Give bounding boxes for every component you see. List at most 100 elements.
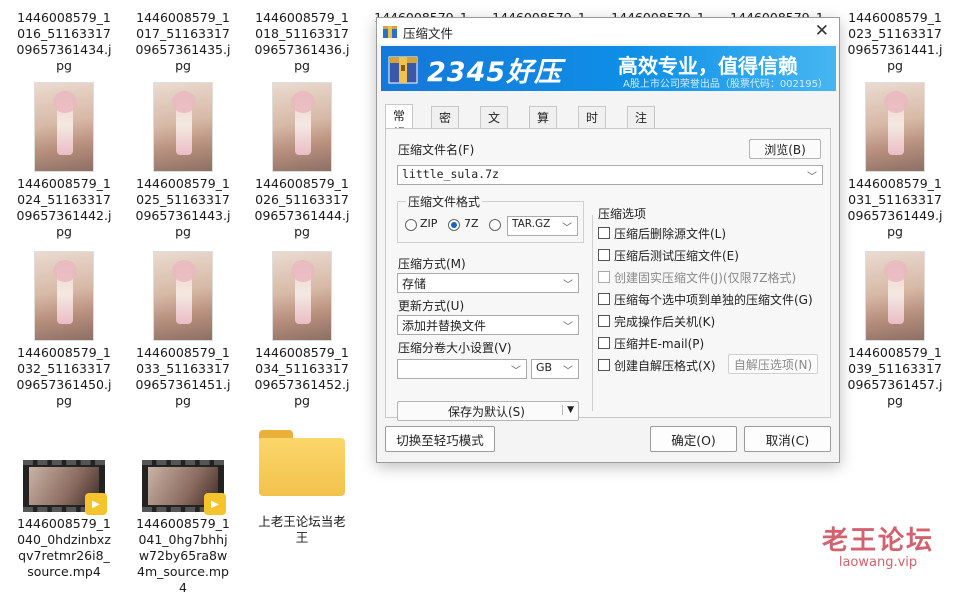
file-item[interactable]: 1446008579_1032_5116331709657361450.jpg xyxy=(5,251,123,409)
haozip-app-icon xyxy=(383,26,397,38)
file-item[interactable]: 1446008579_1034_5116331709657361452.jpg xyxy=(243,251,361,409)
split-size-input[interactable]: ﹀ xyxy=(397,359,527,379)
image-thumbnail xyxy=(34,251,94,341)
image-thumbnail xyxy=(272,251,332,341)
tab-files[interactable]: 文件 xyxy=(480,106,509,142)
switch-mode-button[interactable]: 切换至轻巧模式 xyxy=(385,426,495,452)
tab-password[interactable]: 密码 xyxy=(431,106,460,142)
general-panel: 压缩文件名(F) 浏览(B) little_sula.7z ﹀ 压缩文件格式 Z… xyxy=(385,128,831,421)
file-item[interactable]: 1446008579_1039_5116331709657361457.jpg xyxy=(836,251,954,409)
file-name: 1446008579_1034_5116331709657361452.jpg xyxy=(254,345,350,408)
file-name: 1446008579_1041_0hg7bhhjw72by65ra8w4m_so… xyxy=(136,516,230,595)
file-name: 1446008579_1033_5116331709657361451.jpg xyxy=(135,345,231,408)
close-icon[interactable]: ✕ xyxy=(815,21,829,41)
save-default-label: 保存为默认(S) xyxy=(448,404,525,419)
folder-item[interactable]: 上老王论坛当老王 xyxy=(243,430,361,546)
zip-radio[interactable] xyxy=(405,219,417,231)
file-name: 1446008579_1024_5116331709657361442.jpg xyxy=(16,176,112,239)
player-badge-icon: ▶ xyxy=(85,493,107,515)
split-unit-value: GB xyxy=(536,361,553,374)
file-name: 1446008579_1040_0hdzinbxzqv7retmr26i8_so… xyxy=(17,516,111,579)
options-group-label: 压缩选项 xyxy=(598,207,647,221)
method-select[interactable]: 存储 ﹀ xyxy=(397,273,579,293)
test-archive-checkbox[interactable] xyxy=(598,249,610,261)
file-item[interactable]: 1446008579_1031_5116331709657361449.jpg xyxy=(836,82,954,240)
file-item[interactable]: 1446008579_1025_5116331709657361443.jpg xyxy=(124,82,242,240)
file-item[interactable]: 1446008579_1024_5116331709657361442.jpg xyxy=(5,82,123,240)
other-format-radio[interactable] xyxy=(489,219,501,231)
image-thumbnail xyxy=(153,82,213,172)
option-label: 完成操作后关机(K) xyxy=(614,315,716,329)
brand-banner: 2345好压 高效专业，值得信赖 A股上市公司荣誉出品（股票代码：002195） xyxy=(381,46,836,91)
image-thumbnail xyxy=(153,251,213,341)
update-select-value: 添加并替换文件 xyxy=(402,319,487,333)
format-group-label: 压缩文件格式 xyxy=(406,193,483,210)
sfx-checkbox[interactable] xyxy=(598,359,610,371)
file-item[interactable]: 1446008579_1033_5116331709657361451.jpg xyxy=(124,251,242,409)
video-thumbnail: ▶ xyxy=(23,460,107,515)
tab-general[interactable]: 常规 xyxy=(385,104,414,140)
video-thumbnail: ▶ xyxy=(142,460,226,515)
zip-radio-label: ZIP xyxy=(420,217,438,230)
tab-algorithm[interactable]: 算法 xyxy=(529,106,558,142)
file-item[interactable]: 1446008579_1026_5116331709657361444.jpg xyxy=(243,82,361,240)
chevron-down-icon[interactable]: ﹀ xyxy=(807,168,817,183)
archive-box-icon xyxy=(388,56,418,84)
file-name: 1446008579_1025_5116331709657361443.jpg xyxy=(135,176,231,239)
file-name: 1446008579_1031_5116331709657361449.jpg xyxy=(847,176,943,239)
file-item[interactable]: 1446008579_1016_5116331709657361434.jpg xyxy=(5,6,123,74)
7z-radio[interactable] xyxy=(448,219,460,231)
delete-source-checkbox[interactable] xyxy=(598,227,610,239)
archive-name-label: 压缩文件名(F) xyxy=(398,143,475,157)
dialog-titlebar[interactable]: 压缩文件 ✕ xyxy=(377,18,839,44)
file-item[interactable]: 1446008579_1023_5116331709657361441.jpg xyxy=(836,6,954,74)
method-select-value: 存储 xyxy=(402,277,427,291)
ok-button[interactable]: 确定(O) xyxy=(650,426,737,452)
watermark-url: laowang.vip xyxy=(838,555,918,570)
chevron-down-icon: ﹀ xyxy=(511,366,521,377)
update-label: 更新方式(U) xyxy=(398,299,465,313)
separate-archives-checkbox[interactable] xyxy=(598,293,610,305)
archive-name-input[interactable]: little_sula.7z ﹀ xyxy=(397,165,823,185)
file-name: 1446008579_1016_5116331709657361434.jpg xyxy=(16,10,112,73)
chevron-down-icon: ﹀ xyxy=(562,223,572,234)
file-item[interactable]: ▶ 1446008579_1040_0hdzinbxzqv7retmr26i8_… xyxy=(5,460,123,580)
tab-comment[interactable]: 注释 xyxy=(627,106,656,142)
compress-dialog: 压缩文件 ✕ 2345好压 高效专业，值得信赖 A股上市公司荣誉出品（股票代码：… xyxy=(376,17,840,463)
folder-name: 上老王论坛当老王 xyxy=(258,514,346,545)
file-item[interactable]: 1446008579_1018_5116331709657361436.jpg xyxy=(243,6,361,74)
option-label: 创建自解压格式(X) xyxy=(614,359,716,373)
browse-button[interactable]: 浏览(B) xyxy=(749,139,821,159)
shutdown-checkbox[interactable] xyxy=(598,315,610,327)
file-name: 1446008579_1023_5116331709657361441.jpg xyxy=(847,10,943,73)
solid-archive-checkbox[interactable] xyxy=(598,271,610,283)
sfx-options-button[interactable]: 自解压选项(N) xyxy=(728,354,818,374)
file-name: 1446008579_1039_5116331709657361457.jpg xyxy=(847,345,943,408)
file-name: 1446008579_1017_5116331709657361435.jpg xyxy=(135,10,231,73)
update-select[interactable]: 添加并替换文件 ﹀ xyxy=(397,315,579,335)
file-name: 1446008579_1026_5116331709657361444.jpg xyxy=(254,176,350,239)
file-item[interactable]: ▶ 1446008579_1041_0hg7bhhjw72by65ra8w4m_… xyxy=(124,460,242,596)
split-unit-select[interactable]: GB ﹀ xyxy=(531,359,579,379)
format-select[interactable]: TAR.GZ ﹀ xyxy=(507,216,578,236)
file-name: 1446008579_1032_5116331709657361450.jpg xyxy=(16,345,112,408)
option-label: 创建固实压缩文件(J)(仅限7Z格式) xyxy=(614,271,797,285)
image-thumbnail xyxy=(272,82,332,172)
image-thumbnail xyxy=(865,82,925,172)
image-thumbnail xyxy=(34,82,94,172)
email-checkbox[interactable] xyxy=(598,337,610,349)
dialog-title: 压缩文件 xyxy=(403,26,454,41)
cancel-button[interactable]: 取消(C) xyxy=(744,426,831,452)
brand-subtext: A股上市公司荣誉出品（股票代码：002195） xyxy=(622,79,828,90)
split-label: 压缩分卷大小设置(V) xyxy=(398,341,512,355)
file-item[interactable]: 1446008579_1017_5116331709657361435.jpg xyxy=(124,6,242,74)
watermark-title: 老王论坛 xyxy=(822,526,935,556)
folder-icon xyxy=(259,430,345,496)
file-name: 1446008579_1018_5116331709657361436.jpg xyxy=(254,10,350,73)
image-thumbnail xyxy=(865,251,925,341)
7z-radio-label: 7Z xyxy=(464,217,479,230)
chevron-down-icon: ﹀ xyxy=(563,366,573,377)
chevron-down-icon[interactable]: ▼ xyxy=(562,405,574,415)
tab-time[interactable]: 时间 xyxy=(578,106,607,142)
save-default-button[interactable]: 保存为默认(S) ▼ xyxy=(397,401,579,421)
